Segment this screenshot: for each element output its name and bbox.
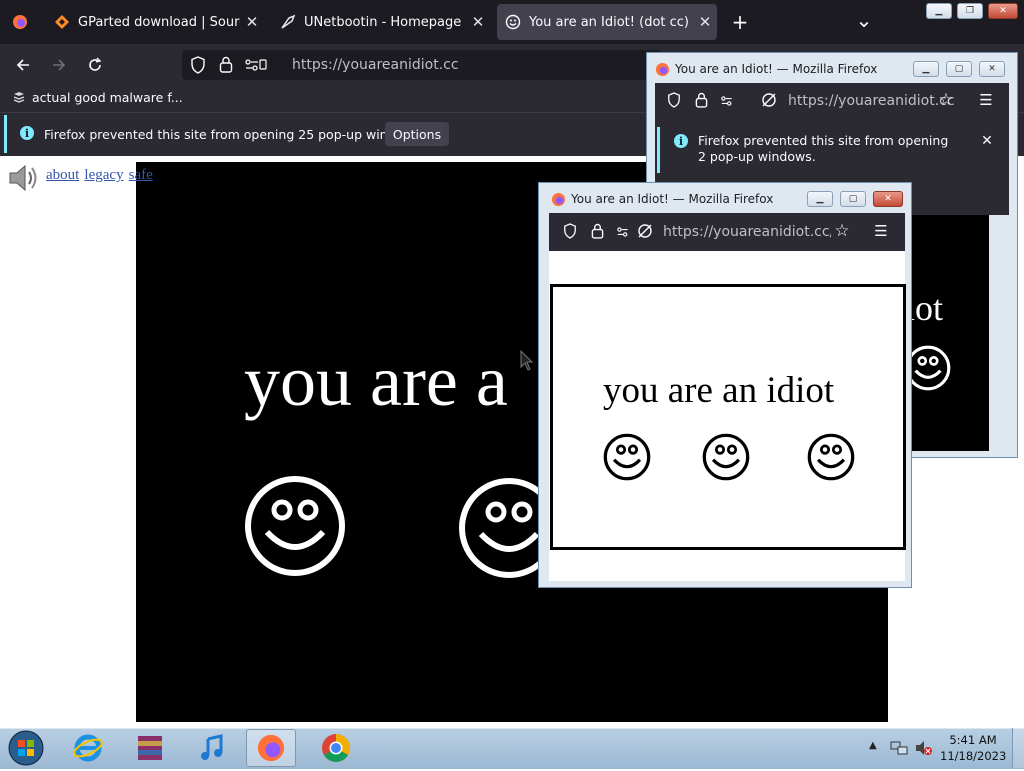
- tray-show-hidden-icon[interactable]: ▲: [869, 740, 877, 751]
- window-title: You are an Idiot! — Mozilla Firefox: [675, 62, 878, 76]
- forward-arrow-icon: [53, 59, 66, 71]
- network-icon[interactable]: [890, 740, 908, 760]
- url-text: https://youareanidiot.cc/lol.: [663, 224, 831, 240]
- reload-button[interactable]: [82, 52, 108, 78]
- permissions-icon[interactable]: [617, 224, 635, 243]
- show-desktop-button[interactable]: [1012, 728, 1024, 768]
- firefox-logo-icon: [551, 192, 566, 211]
- tab-label: GParted download | SourceForg: [78, 14, 240, 30]
- lock-icon[interactable]: [219, 56, 233, 77]
- close-tab-icon[interactable]: ✕: [240, 13, 264, 31]
- main-restore-button[interactable]: ❐: [957, 3, 983, 19]
- idiot-frame: you are an idiot: [550, 284, 906, 550]
- maximize-button[interactable]: ▢: [840, 191, 866, 207]
- maximize-button[interactable]: ▢: [946, 61, 972, 77]
- notification-options-button[interactable]: Options: [385, 122, 449, 146]
- close-button[interactable]: ✕: [873, 191, 903, 207]
- forward-button[interactable]: [46, 52, 72, 78]
- main-close-button[interactable]: ✕: [988, 3, 1018, 19]
- clock[interactable]: 5:41 AM 11/18/2023: [940, 732, 1006, 764]
- window-title: You are an Idiot! — Mozilla Firefox: [571, 192, 774, 206]
- winrar-icon[interactable]: [132, 730, 168, 766]
- close-tab-icon[interactable]: ✕: [466, 13, 490, 31]
- info-icon: i: [674, 134, 688, 148]
- about-link[interactable]: about: [46, 167, 79, 183]
- permissions-icon[interactable]: [721, 93, 739, 112]
- shield-icon[interactable]: [190, 56, 206, 78]
- smiley-icon: [505, 14, 521, 30]
- bookmark-item[interactable]: actual good malware f...: [12, 90, 183, 105]
- reload-icon: [89, 57, 102, 71]
- safe-link[interactable]: safe: [129, 167, 153, 183]
- tab-label: You are an Idiot! (dot cc): [529, 14, 689, 30]
- clock-time: 5:41 AM: [949, 733, 997, 747]
- legacy-link[interactable]: legacy: [84, 167, 123, 183]
- main-minimize-button[interactable]: ▁: [926, 3, 952, 19]
- info-icon: i: [20, 126, 34, 140]
- smiley-icon: [807, 433, 855, 485]
- minimize-button[interactable]: ▁: [913, 61, 939, 77]
- bookmark-star-icon[interactable]: ☆: [833, 221, 851, 241]
- smiley-icon: [243, 474, 347, 582]
- menu-icon[interactable]: ☰: [977, 91, 995, 109]
- firefox-logo-icon: [257, 734, 285, 762]
- shield-icon[interactable]: [667, 92, 681, 112]
- speaker-icon[interactable]: [7, 162, 41, 198]
- tab-label: UNetbootin - Homepage and D: [304, 14, 466, 30]
- clock-date: 11/18/2023: [940, 749, 1007, 763]
- tracking-blocked-icon[interactable]: [637, 223, 653, 243]
- volume-muted-icon[interactable]: [915, 740, 933, 760]
- sourceforge-icon: [54, 14, 70, 30]
- windows-orb-icon: [8, 730, 44, 766]
- bookmark-star-icon[interactable]: ☆: [937, 90, 955, 110]
- smiley-icon: [702, 433, 750, 485]
- internet-explorer-icon[interactable]: [70, 730, 106, 766]
- idiot-heading: you are a: [244, 341, 508, 421]
- tracking-blocked-icon[interactable]: [761, 92, 777, 112]
- lock-icon[interactable]: [591, 223, 604, 243]
- menu-icon[interactable]: ☰: [872, 222, 890, 240]
- shield-icon[interactable]: [563, 223, 577, 243]
- tab-gparted[interactable]: GParted download | SourceForg ✕: [46, 4, 264, 40]
- url-text: https://youareanidiot.cc: [788, 93, 955, 109]
- taskbar-firefox-button[interactable]: [246, 729, 296, 767]
- lock-icon[interactable]: [695, 92, 708, 112]
- notification-close-icon[interactable]: ✕: [979, 133, 995, 149]
- idiot-heading: you are an idiot: [603, 370, 835, 411]
- bookmark-label: actual good malware f...: [32, 90, 183, 105]
- close-tab-icon[interactable]: ✕: [693, 13, 717, 31]
- start-button[interactable]: [6, 729, 46, 767]
- tab-unetbootin[interactable]: UNetbootin - Homepage and D ✕: [272, 4, 490, 40]
- notification-text: Firefox prevented this site from opening…: [698, 133, 949, 164]
- smiley-icon: [603, 433, 651, 485]
- list-all-tabs-button[interactable]: ⌄: [852, 8, 876, 32]
- page-links: about legacy safe: [46, 164, 153, 184]
- chrome-icon[interactable]: [318, 730, 354, 766]
- notification-accent: [4, 115, 7, 153]
- firefox-logo-icon: [655, 62, 670, 81]
- new-tab-button[interactable]: +: [728, 10, 752, 34]
- close-button[interactable]: ✕: [979, 61, 1005, 77]
- unetbootin-icon: [280, 14, 296, 30]
- mouse-cursor-icon: [520, 349, 534, 376]
- music-app-icon[interactable]: [194, 730, 230, 766]
- url-text: https://youareanidiot.cc: [292, 57, 459, 73]
- bookmark-favicon-icon: [12, 91, 26, 105]
- tab-youareanidiot[interactable]: You are an Idiot! (dot cc) ✕: [497, 4, 717, 40]
- firefox-view-icon[interactable]: [12, 14, 28, 30]
- back-button[interactable]: [10, 52, 36, 78]
- permissions-icon[interactable]: [245, 57, 267, 77]
- notification-accent: [657, 127, 660, 173]
- popup-window-2[interactable]: You are an Idiot! — Mozilla Firefox ▁ ▢ …: [538, 182, 912, 588]
- back-arrow-icon: [16, 59, 29, 71]
- minimize-button[interactable]: ▁: [807, 191, 833, 207]
- notification-text: Firefox prevented this site from opening…: [44, 127, 424, 142]
